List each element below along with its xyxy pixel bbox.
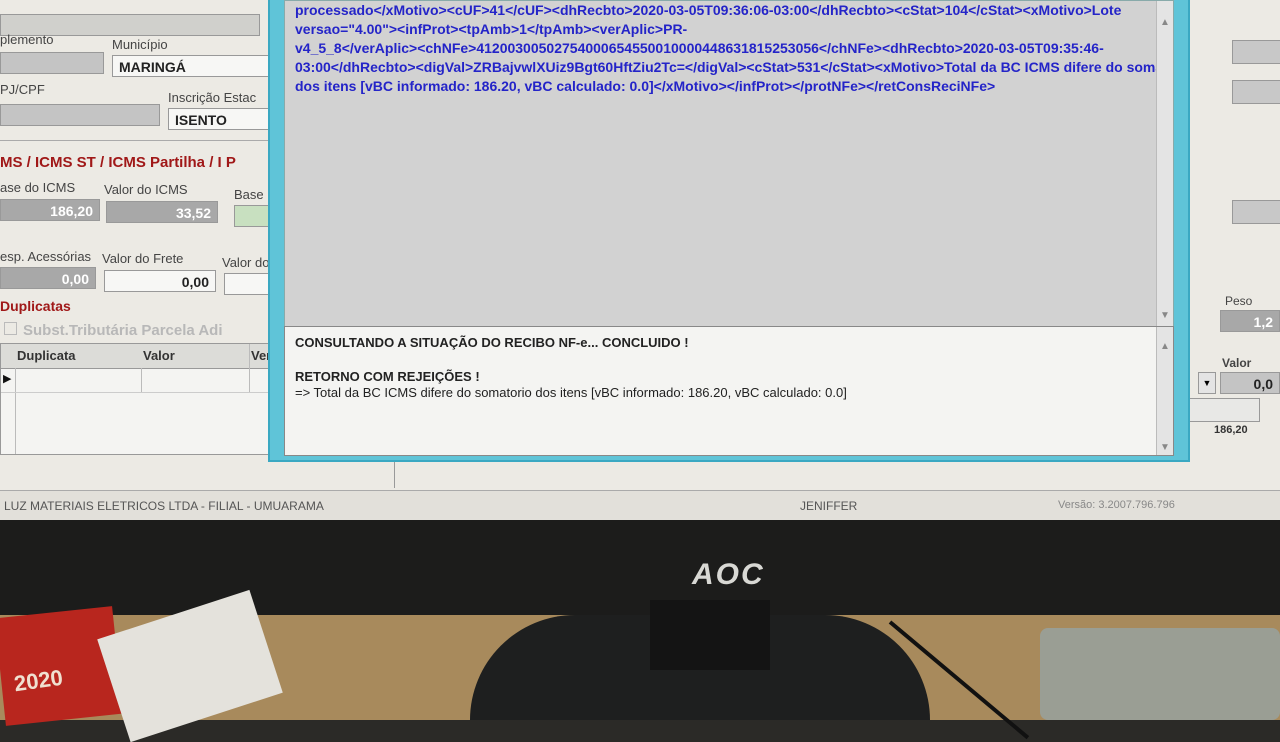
status-scrollbar[interactable]: ▲ ▼ bbox=[1156, 327, 1173, 455]
monitor-neck bbox=[650, 600, 770, 670]
municipio-field[interactable]: MARINGÁ bbox=[112, 55, 272, 77]
valor-label: Valor bbox=[1222, 356, 1252, 370]
desp-acessorias-label: esp. Acessórias bbox=[0, 249, 92, 264]
right-top-field[interactable] bbox=[1232, 40, 1280, 64]
user-name: JENIFFER bbox=[800, 499, 858, 513]
screen: plemento Município MARINGÁ PJ/CPF Inscri… bbox=[0, 0, 1280, 520]
right-button[interactable] bbox=[1186, 398, 1260, 422]
status-line: RETORNO COM REJEIÇÕES ! bbox=[295, 369, 480, 384]
company-name: LUZ MATERIAIS ELETRICOS LTDA - FILIAL - … bbox=[4, 499, 324, 513]
desp-acessorias-field[interactable]: 0,00 bbox=[0, 267, 96, 289]
version-text: Versão: 3.2007.796.796 bbox=[1058, 499, 1175, 511]
monitor-bezel bbox=[0, 520, 1280, 615]
base-icms-field[interactable]: 186,20 bbox=[0, 199, 100, 221]
scroll-down-icon[interactable]: ▼ bbox=[1160, 306, 1170, 325]
scroll-up-icon[interactable]: ▲ bbox=[1160, 341, 1170, 352]
status-line: CONSULTANDO A SITUAÇÃO DO RECIBO NF-e...… bbox=[295, 335, 689, 350]
xml-line: dos itens [vBC informado: 186.20, vBC ca… bbox=[295, 78, 996, 94]
scroll-up-icon[interactable]: ▲ bbox=[1160, 13, 1170, 32]
row-pointer-icon: ▶ bbox=[3, 373, 12, 385]
xml-line: processado</xMotivo><cUF>41</cUF><dhRecb… bbox=[295, 2, 1122, 18]
grid-divider bbox=[249, 344, 250, 392]
col-duplicata: Duplicata bbox=[17, 348, 76, 363]
xml-line: 03:00</dhRecbto><digVal>ZRBajvwlXUiz9Bgt… bbox=[295, 59, 1174, 75]
chevron-down-icon[interactable]: ▼ bbox=[1198, 372, 1216, 394]
right-field-3[interactable] bbox=[1232, 200, 1280, 224]
base-label: Base bbox=[234, 187, 264, 202]
inscricao-label: Inscrição Estac bbox=[168, 90, 257, 105]
desk-device bbox=[1040, 628, 1280, 720]
status-messages[interactable]: CONSULTANDO A SITUAÇÃO DO RECIBO NF-e...… bbox=[284, 326, 1174, 456]
complemento-field[interactable] bbox=[0, 52, 104, 74]
base-icms-label: ase do ICMS bbox=[0, 180, 76, 195]
cnpj-label: PJ/CPF bbox=[0, 82, 45, 97]
monitor-logo: AOC bbox=[692, 558, 765, 591]
calendar bbox=[0, 606, 124, 726]
grid-divider bbox=[141, 368, 142, 392]
valor-icms-field[interactable]: 33,52 bbox=[106, 201, 218, 223]
status-bar: LUZ MATERIAIS ELETRICOS LTDA - FILIAL - … bbox=[0, 490, 1280, 520]
complemento-label: plemento bbox=[0, 32, 54, 47]
subst-label: Subst.Tributária Parcela Adi bbox=[23, 322, 223, 339]
inscricao-field[interactable]: ISENTO bbox=[168, 108, 272, 130]
divider bbox=[0, 140, 280, 141]
valor-field[interactable]: 0,0 bbox=[1220, 372, 1280, 394]
xml-scrollbar[interactable]: ▲ ▼ bbox=[1156, 1, 1173, 327]
valor-do-label: Valor do bbox=[222, 255, 270, 270]
cnpj-field[interactable] bbox=[0, 104, 160, 126]
xml-line: v4_5_8</verAplic><chNFe>4120030050275400… bbox=[295, 40, 1104, 56]
col-valor: Valor bbox=[143, 348, 175, 363]
frete-label: Valor do Frete bbox=[102, 251, 184, 266]
municipio-label: Município bbox=[112, 37, 168, 52]
xml-line: versao="4.00"><infProt><tpAmb>1</tpAmb><… bbox=[295, 21, 688, 37]
checkbox-icon bbox=[4, 322, 17, 335]
duplicatas-title: Duplicatas bbox=[0, 298, 71, 314]
icms-section-title: MS / ICMS ST / ICMS Partilha / I P bbox=[0, 154, 236, 171]
duplicatas-grid[interactable]: Duplicata Valor Ver ▶ bbox=[0, 343, 282, 455]
valor-icms-label: Valor do ICMS bbox=[104, 182, 188, 197]
total-value: 186,20 bbox=[1214, 424, 1248, 436]
valor-do-field[interactable] bbox=[224, 273, 274, 295]
grid-header: Duplicata Valor Ver bbox=[1, 344, 281, 369]
nfe-status-dialog: processado</xMotivo><cUF>41</cUF><dhRecb… bbox=[268, 0, 1190, 462]
peso-liquido-field[interactable]: 1,2 bbox=[1220, 310, 1280, 332]
frete-field[interactable]: 0,00 bbox=[104, 270, 216, 292]
subst-tributaria-checkbox[interactable]: Subst.Tributária Parcela Adi bbox=[0, 322, 223, 339]
xml-response-text[interactable]: processado</xMotivo><cUF>41</cUF><dhRecb… bbox=[284, 0, 1174, 328]
scroll-down-icon[interactable]: ▼ bbox=[1160, 442, 1170, 453]
right-field-2[interactable] bbox=[1232, 80, 1280, 104]
grid-divider bbox=[15, 368, 16, 454]
status-line: => Total da BC ICMS difere do somatorio … bbox=[295, 385, 847, 400]
grid-row-line bbox=[1, 392, 281, 393]
